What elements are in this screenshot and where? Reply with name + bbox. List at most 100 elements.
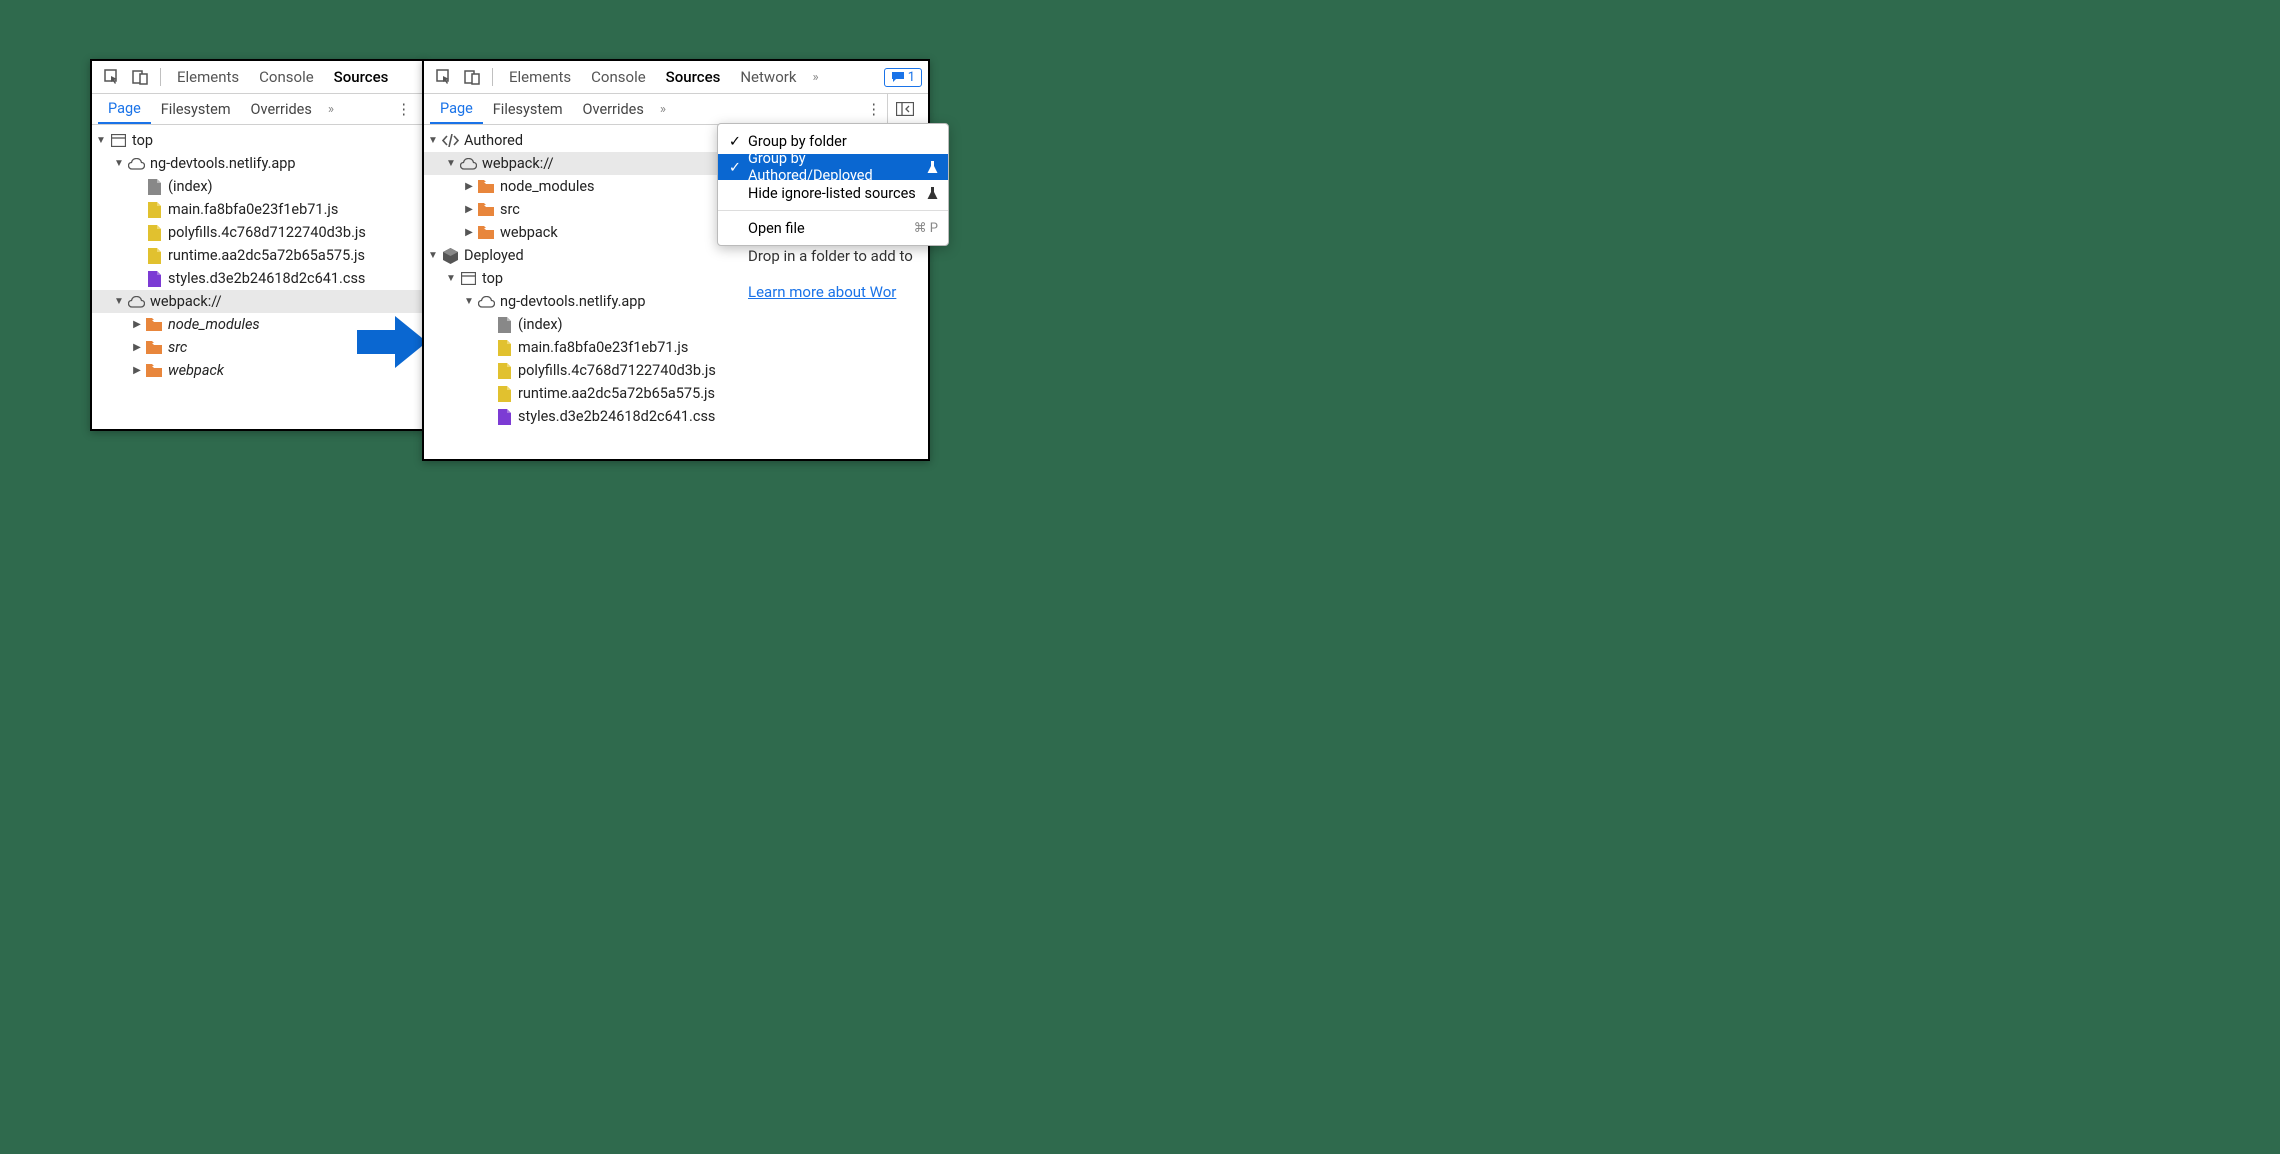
tree-label: webpack: [500, 224, 558, 241]
tree-file-styles[interactable]: styles.d3e2b24618d2c641.css: [424, 405, 928, 428]
tree-label: top: [482, 270, 503, 287]
workspace-hint: Drop in a folder to add to Learn more ab…: [748, 247, 928, 301]
box-icon: [441, 247, 459, 265]
tab-elements[interactable]: Elements: [499, 61, 581, 93]
js-file-icon: [145, 247, 163, 265]
menu-separator: [718, 210, 948, 211]
main-toolbar: Elements Console Sources Network » 1: [424, 61, 928, 94]
main-tabs: Elements Console Sources Network: [499, 61, 806, 93]
more-tabs-icon[interactable]: »: [812, 70, 818, 85]
badge-count: 1: [908, 70, 915, 85]
tree-label: runtime.aa2dc5a72b65a575.js: [518, 385, 715, 402]
tree-label: ng-devtools.netlify.app: [500, 293, 646, 310]
caret-right-icon: ▶: [132, 365, 142, 376]
drop-text: Drop in a folder to add to: [748, 247, 928, 265]
tree-label: node_modules: [168, 316, 260, 333]
chat-icon: [891, 71, 905, 83]
tree-label: (index): [518, 316, 563, 333]
caret-down-icon: ▼: [446, 158, 456, 169]
window-icon: [109, 132, 127, 150]
cloud-icon: [127, 293, 145, 311]
tab-network[interactable]: Network: [730, 61, 806, 93]
caret-right-icon: ▶: [132, 342, 142, 353]
issues-badge[interactable]: 1: [884, 68, 922, 87]
tab-elements[interactable]: Elements: [167, 61, 249, 93]
menu-shortcut: ⌘ P: [914, 221, 938, 236]
menu-label: Group by Authored/Deployed: [748, 150, 921, 184]
folder-icon: [145, 339, 163, 357]
kebab-menu-icon[interactable]: ⋮: [861, 101, 888, 118]
devtools-left-panel: Elements Console Sources Page Filesystem…: [90, 59, 425, 431]
tree-label: runtime.aa2dc5a72b65a575.js: [168, 247, 365, 264]
subtab-filesystem[interactable]: Filesystem: [483, 94, 573, 124]
tree-label: polyfills.4c768d7122740d3b.js: [518, 362, 716, 379]
tree-file-mainjs[interactable]: main.fa8bfa0e23f1eb71.js: [92, 198, 423, 221]
cloud-icon: [459, 155, 477, 173]
tree-top[interactable]: ▼top: [92, 129, 423, 152]
menu-group-authored[interactable]: ✓Group by Authored/Deployed: [718, 154, 948, 180]
menu-label: Hide ignore-listed sources: [748, 185, 921, 202]
tree-label: node_modules: [500, 178, 595, 195]
caret-right-icon: ▶: [132, 319, 142, 330]
css-file-icon: [495, 408, 513, 426]
inspect-icon[interactable]: [102, 67, 122, 87]
js-file-icon: [145, 224, 163, 242]
device-icon[interactable]: [462, 67, 482, 87]
tree-file-mainjs[interactable]: main.fa8bfa0e23f1eb71.js: [424, 336, 928, 359]
folder-icon: [477, 224, 495, 242]
file-icon: [495, 316, 513, 334]
sub-toolbar: Page Filesystem Overrides » ⋮: [424, 94, 928, 125]
inspect-icon[interactable]: [434, 67, 454, 87]
menu-label: Group by folder: [748, 133, 938, 150]
kebab-menu-icon[interactable]: ⋮: [391, 101, 418, 118]
tree-label: src: [500, 201, 520, 218]
context-menu: ✓ Group by folder ✓Group by Authored/Depl…: [717, 123, 949, 246]
tab-console[interactable]: Console: [581, 61, 656, 93]
tree-label: styles.d3e2b24618d2c641.css: [168, 270, 365, 287]
tab-sources[interactable]: Sources: [324, 61, 399, 93]
js-file-icon: [495, 385, 513, 403]
tree-label: ng-devtools.netlify.app: [150, 155, 296, 172]
separator: [160, 68, 161, 86]
tab-console[interactable]: Console: [249, 61, 324, 93]
subtab-page[interactable]: Page: [98, 94, 151, 124]
main-tabs: Elements Console Sources: [167, 61, 398, 93]
menu-label: Open file: [748, 220, 908, 237]
tree-file-index[interactable]: (index): [92, 175, 423, 198]
tree-file-index[interactable]: (index): [424, 313, 928, 336]
caret-down-icon: ▼: [428, 135, 438, 146]
menu-hide-ignore[interactable]: Hide ignore-listed sources: [718, 180, 948, 206]
tree-file-polyfills[interactable]: polyfills.4c768d7122740d3b.js: [424, 359, 928, 382]
subtab-page[interactable]: Page: [430, 94, 483, 124]
tree-label: Authored: [464, 132, 523, 149]
subtab-filesystem[interactable]: Filesystem: [151, 94, 241, 124]
toggle-navigator-icon[interactable]: [887, 94, 922, 124]
cloud-icon: [477, 293, 495, 311]
tree-file-polyfills[interactable]: polyfills.4c768d7122740d3b.js: [92, 221, 423, 244]
folder-icon: [145, 362, 163, 380]
device-icon[interactable]: [130, 67, 150, 87]
tab-sources[interactable]: Sources: [656, 61, 731, 93]
css-file-icon: [145, 270, 163, 288]
caret-right-icon: ▶: [464, 227, 474, 238]
tree-file-runtime[interactable]: runtime.aa2dc5a72b65a575.js: [424, 382, 928, 405]
tree-file-styles[interactable]: styles.d3e2b24618d2c641.css: [92, 267, 423, 290]
menu-open-file[interactable]: Open file ⌘ P: [718, 215, 948, 241]
subtab-overrides[interactable]: Overrides: [573, 94, 654, 124]
learn-more-link[interactable]: Learn more about Wor: [748, 283, 896, 301]
tree-domain[interactable]: ▼ng-devtools.netlify.app: [92, 152, 423, 175]
more-subtabs-icon[interactable]: »: [328, 102, 334, 117]
tree-file-runtime[interactable]: runtime.aa2dc5a72b65a575.js: [92, 244, 423, 267]
tree-label: Deployed: [464, 247, 524, 264]
caret-down-icon: ▼: [446, 273, 456, 284]
subtab-overrides[interactable]: Overrides: [241, 94, 322, 124]
js-file-icon: [495, 339, 513, 357]
flask-icon: [927, 161, 938, 174]
arrow-icon: [357, 316, 427, 368]
js-file-icon: [495, 362, 513, 380]
tree-webpack[interactable]: ▼webpack://: [92, 290, 423, 313]
check-icon: ✓: [728, 133, 742, 150]
folder-icon: [145, 316, 163, 334]
more-subtabs-icon[interactable]: »: [660, 102, 666, 117]
tree-label: main.fa8bfa0e23f1eb71.js: [518, 339, 688, 356]
